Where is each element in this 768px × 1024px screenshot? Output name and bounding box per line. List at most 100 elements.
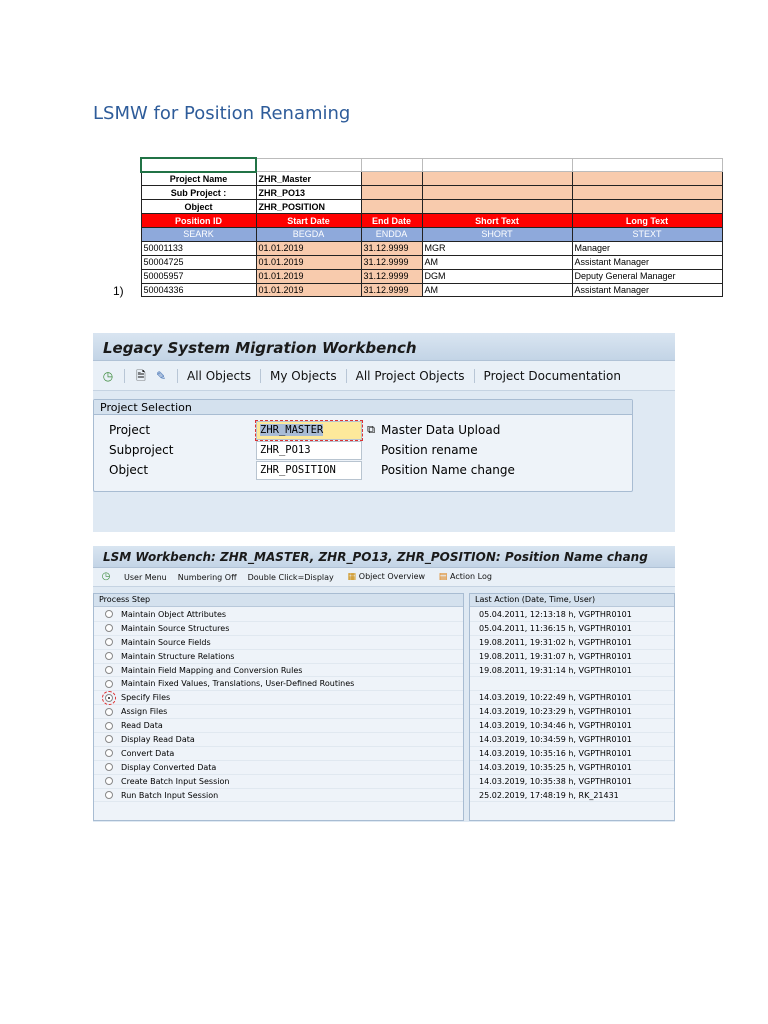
double-click-display-button[interactable]: Double Click=Display <box>248 573 334 582</box>
process-step-item[interactable]: Maintain Source Fields <box>94 636 463 650</box>
field-label: Object <box>109 463 149 477</box>
data-cell: MGR <box>421 240 573 256</box>
radio-button[interactable] <box>105 666 113 674</box>
radio-button[interactable] <box>102 690 116 705</box>
group-title: Project Selection <box>94 400 632 415</box>
button-label: Action Log <box>450 572 492 581</box>
object-field-row: Object ZHR_POSITION Position Name change <box>109 460 515 480</box>
data-row: 50004336 01.01.2019 31.12.9999 AM Assistant … <box>140 282 723 298</box>
data-cell: 50004336 <box>140 282 257 298</box>
all-objects-button[interactable]: All Objects <box>187 369 251 383</box>
process-step-item[interactable]: Maintain Field Mapping and Conversion Ru… <box>94 664 463 678</box>
step-label: Convert Data <box>121 748 175 758</box>
new-document-icon[interactable]: 🗎 <box>134 369 148 383</box>
field-description: Position rename <box>381 443 478 457</box>
numbering-off-button[interactable]: Numbering Off <box>178 573 237 582</box>
data-cell: 50005957 <box>140 268 257 284</box>
step-label: Display Read Data <box>121 734 195 744</box>
radio-button[interactable] <box>105 749 113 758</box>
header-cell: End Date <box>360 213 423 228</box>
last-action-item: 19.08.2011, 19:31:02 h, VGPTHR0101 <box>470 636 674 650</box>
process-step-item[interactable]: Create Batch Input Session <box>94 775 463 789</box>
radio-button[interactable] <box>105 763 113 772</box>
process-step-item[interactable]: Maintain Fixed Values, Translations, Use… <box>94 677 463 692</box>
radio-button[interactable] <box>105 679 113 688</box>
data-cell: 01.01.2019 <box>255 254 362 270</box>
project-field-row: Project ZHR_MASTER ⧉ Master Data Upload <box>109 419 501 441</box>
meta-value: ZHR_POSITION <box>255 199 362 215</box>
process-step-item[interactable]: Display Converted Data <box>94 761 463 775</box>
project-selection-group: Project Selection Project ZHR_MASTER ⧉ M… <box>93 399 633 492</box>
field-description: Position Name change <box>381 463 515 477</box>
meta-label: Sub Project : <box>140 185 257 201</box>
selected-cell[interactable] <box>140 157 257 173</box>
data-cell: Manager <box>571 240 723 256</box>
step-label: Maintain Source Fields <box>121 637 211 647</box>
object-overview-button[interactable]: ▦ Object Overview <box>345 570 426 584</box>
subproject-input[interactable]: ZHR_PO13 <box>256 440 362 460</box>
step-label: Maintain Object Attributes <box>121 609 227 619</box>
pane-header: Last Action (Date, Time, User) <box>470 594 674 607</box>
step-label: Assign Files <box>121 707 168 717</box>
last-action-item: 25.02.2019, 17:48:19 h, RK_21431 <box>470 789 674 803</box>
blank-row <box>140 157 723 173</box>
all-project-objects-button[interactable]: All Project Objects <box>356 369 465 383</box>
data-cell: 50004725 <box>140 254 257 270</box>
meta-value: ZHR_PO13 <box>255 185 362 201</box>
project-input[interactable]: ZHR_MASTER <box>255 419 363 441</box>
radio-button[interactable] <box>105 721 113 730</box>
field-description: Master Data Upload <box>381 423 501 437</box>
value-help-icon[interactable]: ⧉ <box>364 423 378 437</box>
meta-label: Object <box>140 199 257 215</box>
process-step-item[interactable]: Assign Files <box>94 705 463 720</box>
data-cell: 01.01.2019 <box>255 282 362 298</box>
field-cell: SEARK <box>140 226 257 242</box>
action-log-button[interactable]: ▤ Action Log <box>436 570 492 584</box>
process-step-item[interactable]: Read Data <box>94 719 463 734</box>
radio-button[interactable] <box>105 652 113 661</box>
radio-button[interactable] <box>105 610 113 619</box>
last-action-item: 14.03.2019, 10:35:16 h, VGPTHR0101 <box>470 747 674 761</box>
process-step-item[interactable]: Display Read Data <box>94 733 463 747</box>
header-cell: Position ID <box>140 213 257 228</box>
process-step-item[interactable]: Maintain Object Attributes <box>94 608 463 622</box>
radio-button[interactable] <box>105 707 113 716</box>
my-objects-button[interactable]: My Objects <box>270 369 337 383</box>
execute-icon[interactable]: ◷ <box>99 570 113 584</box>
radio-button[interactable] <box>105 791 113 800</box>
last-action-item <box>470 677 674 692</box>
object-input[interactable]: ZHR_POSITION <box>256 460 362 480</box>
last-action-item: 19.08.2011, 19:31:07 h, VGPTHR0101 <box>470 650 674 664</box>
process-step-item[interactable]: Specify Files <box>94 690 463 706</box>
radio-button[interactable] <box>105 638 113 647</box>
toolbar: ◷ User Menu Numbering Off Double Click=D… <box>93 568 675 587</box>
last-action-pane: Last Action (Date, Time, User) 05.04.201… <box>469 593 675 821</box>
lsmw-window: Legacy System Migration Workbench ◷ 🗎 ✎ … <box>93 333 675 532</box>
last-action-item: 14.03.2019, 10:22:49 h, VGPTHR0101 <box>470 691 674 706</box>
edit-icon[interactable]: ✎ <box>154 369 168 383</box>
project-documentation-button[interactable]: Project Documentation <box>484 369 621 383</box>
radio-button[interactable] <box>105 624 113 633</box>
execute-clock-icon[interactable]: ◷ <box>101 369 115 383</box>
field-cell: ENDDA <box>360 226 423 242</box>
last-action-item: 05.04.2011, 11:36:15 h, VGPTHR0101 <box>470 622 674 636</box>
project-value: ZHR_MASTER <box>260 423 324 436</box>
header-cell: Long Text <box>571 213 723 228</box>
header-cell: Start Date <box>255 213 362 228</box>
process-step-item[interactable]: Convert Data <box>94 747 463 761</box>
data-row: 50005957 01.01.2019 31.12.9999 DGM Deputy Ge… <box>140 268 723 284</box>
user-menu-button[interactable]: User Menu <box>124 573 167 582</box>
process-step-item[interactable]: Run Batch Input Session <box>94 789 463 803</box>
field-cell: STEXT <box>571 226 723 242</box>
process-step-item[interactable]: Maintain Source Structures <box>94 622 463 636</box>
last-action-item: 05.04.2011, 12:13:18 h, VGPTHR0101 <box>470 608 674 622</box>
data-cell: DGM <box>421 268 573 284</box>
data-cell: 31.12.9999 <box>360 254 423 270</box>
data-row: 50004725 01.01.2019 31.12.9999 AM Assistant … <box>140 254 723 270</box>
button-label: Object Overview <box>358 572 426 581</box>
overview-icon: ▦ <box>347 572 357 582</box>
radio-button[interactable] <box>105 777 113 786</box>
data-cell: 01.01.2019 <box>255 240 362 256</box>
radio-button[interactable] <box>105 735 113 744</box>
process-step-item[interactable]: Maintain Structure Relations <box>94 650 463 664</box>
